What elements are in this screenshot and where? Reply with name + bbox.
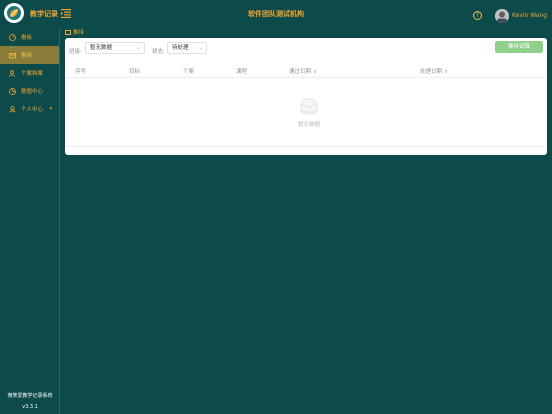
table-bottom-divider (65, 146, 547, 147)
chevron-down-icon: ⌄ (197, 44, 203, 51)
class-select[interactable]: 暂无数据 ⌄ (85, 42, 145, 54)
column-header-course: 课程 (236, 69, 248, 75)
sidebar-item-data-center[interactable]: 数据中心 (0, 82, 59, 100)
sidebar-item-label: 个人中心 (21, 107, 44, 113)
data-icon (9, 87, 16, 95)
status-select-value: 待处理 (172, 45, 189, 51)
chevron-down-icon: ▾ (49, 106, 52, 112)
organization-title: 软件团队测试机构 (248, 10, 304, 18)
sidebar-item-label: 推待 (21, 53, 33, 59)
column-header-index: 序号 (75, 69, 87, 75)
empty-inbox-icon (299, 97, 319, 115)
class-filter-label: 班级: (69, 49, 82, 55)
empty-state-text: 暂无数据 (297, 122, 320, 128)
app-logo (4, 3, 24, 23)
sort-icon[interactable]: ⬍ (444, 70, 448, 75)
mail-icon (65, 30, 71, 35)
mail-icon (9, 52, 16, 59)
system-name: 微笑爱教学记录系统 (7, 393, 53, 399)
system-version: v3.3.1 (22, 404, 38, 410)
column-header-case: 个案 (183, 69, 195, 75)
user-name[interactable]: Kevin Wang (512, 12, 547, 19)
sidebar-item-label: 数据中心 (21, 89, 44, 95)
status-filter-label: 状态: (152, 49, 165, 55)
sidebar-item-todo[interactable]: 推待 (0, 46, 59, 64)
breadcrumb: 推待 (65, 28, 84, 36)
user-file-icon (9, 69, 16, 77)
sidebar-item-personal-center[interactable]: 个人中心 ▾ (0, 100, 59, 118)
column-header-goal: 目标 (129, 69, 141, 75)
sort-icon[interactable]: ⬍ (313, 70, 317, 75)
chevron-down-icon: ⌄ (135, 44, 141, 51)
sidebar-item-label: 看板 (21, 35, 33, 41)
help-icon[interactable]: ? (473, 11, 482, 20)
table-header: 序号 目标 个案 课程 通过日期 ⬍ 处理日期 ⬍ (65, 61, 547, 78)
logo-leaf-icon (7, 6, 21, 20)
breadcrumb-label: 推待 (73, 30, 85, 36)
dashboard-icon (9, 33, 16, 41)
sidebar-item-dashboard[interactable]: 看板 (0, 28, 59, 46)
sidebar-item-case-files[interactable]: 个案档案 (0, 64, 59, 82)
person-icon (9, 105, 16, 113)
main-panel: 班级: 暂无数据 ⌄ 状态: 待处理 ⌄ 推待试算 序号 目标 个案 课程 通过… (65, 38, 547, 155)
status-select[interactable]: 待处理 ⌄ (167, 42, 207, 54)
sidebar-item-label: 个案档案 (21, 71, 44, 77)
class-select-value: 暂无数据 (90, 45, 113, 51)
app-title: 教学记录 (30, 10, 58, 18)
column-header-process-date[interactable]: 处理日期 ⬍ (420, 67, 448, 75)
top-bar: 教学记录 软件团队测试机构 ? Kevin Wang (0, 0, 552, 28)
todo-trial-button[interactable]: 推待试算 (495, 41, 543, 53)
menu-toggle-icon[interactable] (61, 9, 71, 18)
user-avatar[interactable] (495, 9, 509, 23)
column-header-pass-date[interactable]: 通过日期 ⬍ (289, 67, 317, 75)
sidebar: 看板 推待 个案档案 数据中心 个人中心 ▾ 微笑爱教学记录系统 v3.3.1 (0, 28, 60, 414)
